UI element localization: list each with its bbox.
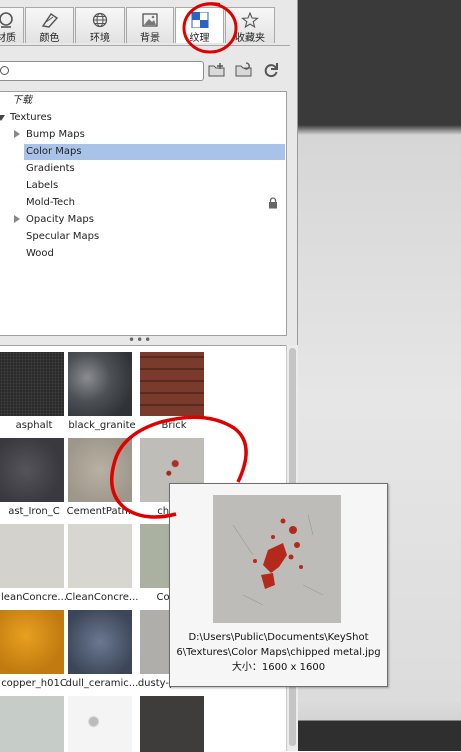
- tree-item-label: Gradients: [26, 163, 75, 174]
- star-icon: [241, 12, 259, 28]
- tab-label: 纹理: [189, 33, 210, 44]
- tooltip-text: D:\Users\Public\Documents\KeyShot 6\Text…: [174, 630, 383, 675]
- tree-item-bump-maps[interactable]: Bump Maps: [26, 127, 284, 143]
- thumbnail-cement-path[interactable]: CementPath...: [62, 434, 137, 520]
- tab-favorites[interactable]: 收藏夹: [225, 7, 275, 44]
- tab-label: 背景: [140, 33, 160, 44]
- thumbnail-cast-iron[interactable]: ast_Iron_C: [0, 434, 66, 520]
- texture-preview: [68, 696, 132, 752]
- tab-colors[interactable]: 颜色: [25, 7, 74, 44]
- texture-tooltip: D:\Users\Public\Documents\KeyShot 6\Text…: [169, 483, 388, 687]
- thumbnail-asphalt[interactable]: asphalt: [0, 348, 66, 434]
- tree-item-label: Specular Maps: [26, 231, 100, 242]
- thumbnail-black-granite[interactable]: black_granite: [62, 348, 136, 434]
- tab-textures[interactable]: 纹理: [175, 7, 224, 44]
- texture-preview: [68, 610, 132, 674]
- tab-label: 材质: [0, 33, 16, 44]
- texture-preview: [0, 438, 64, 502]
- thumbnail-brick[interactable]: Brick: [134, 348, 206, 434]
- folder-tree: 下载 Textures Bump Maps Color Maps Gradien…: [0, 91, 287, 336]
- tooltip-size: 大小：1600 x 1600: [231, 662, 326, 673]
- folder-refresh-icon[interactable]: [234, 60, 254, 80]
- tooltip-path-line2: 6\Textures\Color Maps\chipped metal.jpg: [176, 647, 381, 658]
- tab-label: 环境: [90, 33, 110, 44]
- texture-preview: [68, 352, 132, 416]
- thumbnail-label: dull_ceramic...: [65, 678, 139, 689]
- thumbnail-dull-ceramic[interactable]: dull_ceramic...: [62, 606, 138, 692]
- lock-icon: [269, 197, 277, 209]
- texture-preview: [0, 610, 64, 674]
- folder-add-icon[interactable]: [207, 60, 227, 80]
- thumbnail-label: CementPath...: [66, 506, 138, 517]
- color-swatch-icon: [41, 13, 58, 28]
- tree-item-label: Labels: [26, 180, 59, 191]
- texture-checker-icon: [191, 12, 208, 28]
- globe-icon: [92, 12, 108, 28]
- search-input[interactable]: [0, 61, 204, 81]
- expand-icon[interactable]: [14, 215, 20, 223]
- tree-item-labels[interactable]: Labels: [26, 178, 284, 194]
- tree-item-label: Mold-Tech: [26, 197, 75, 208]
- tree-item-opacity-maps[interactable]: Opacity Maps: [26, 212, 284, 228]
- texture-preview: [140, 696, 204, 752]
- tree-item-color-maps[interactable]: Color Maps: [24, 144, 285, 160]
- tabs-divider: [0, 45, 290, 46]
- texture-preview: [0, 696, 64, 752]
- tree-item-label: Opacity Maps: [26, 214, 94, 225]
- thumbnail-label: Brick: [161, 420, 187, 431]
- tree-item-label: Wood: [26, 248, 54, 259]
- image-icon: [142, 13, 158, 27]
- thumbnail-clean-concrete-1[interactable]: leanConcre...: [0, 520, 67, 606]
- texture-preview: [68, 524, 132, 588]
- tooltip-preview: [213, 495, 341, 623]
- tree-item-downloads[interactable]: 下载: [12, 93, 282, 109]
- collapse-icon[interactable]: [0, 115, 5, 121]
- tooltip-path-line1: D:\Users\Public\Documents\KeyShot: [188, 632, 369, 643]
- tree-item-gradients[interactable]: Gradients: [26, 161, 284, 177]
- texture-preview: [68, 438, 132, 502]
- chipped-metal-preview: [213, 495, 341, 623]
- thumbnail-copper[interactable]: copper_h01C: [0, 606, 67, 692]
- tree-item-label: 下载: [12, 95, 32, 106]
- tree-item-mold-tech[interactable]: Mold-Tech: [26, 195, 284, 211]
- tree-item-label: Bump Maps: [26, 129, 85, 140]
- texture-preview: [140, 352, 204, 416]
- tree-item-label: Textures: [10, 112, 52, 123]
- texture-preview: [0, 352, 64, 416]
- thumbnail-row5-2[interactable]: [62, 692, 134, 752]
- thumbnail-row5-1[interactable]: [0, 692, 66, 752]
- thumbnail-row5-3[interactable]: [134, 692, 206, 752]
- refresh-icon[interactable]: [261, 60, 281, 80]
- splitter-handle[interactable]: •••: [128, 334, 152, 346]
- thumbnail-label: black_granite: [68, 420, 136, 431]
- thumbnail-clean-concrete-2[interactable]: CleanConcre...: [62, 520, 138, 606]
- viewport-floor: [297, 721, 461, 751]
- material-ball-icon: [0, 12, 13, 28]
- tab-environments[interactable]: 环境: [75, 7, 125, 44]
- tree-item-label: Color Maps: [26, 146, 82, 157]
- tree-item-specular-maps[interactable]: Specular Maps: [26, 229, 284, 245]
- texture-preview: [0, 524, 64, 588]
- expand-icon[interactable]: [14, 130, 20, 138]
- tab-label: 收藏夹: [235, 33, 265, 44]
- search-icon: [0, 66, 9, 75]
- tab-backplates[interactable]: 背景: [126, 7, 174, 44]
- tree-item-wood[interactable]: Wood: [26, 246, 284, 262]
- tab-materials[interactable]: 材质: [0, 7, 24, 44]
- tree-item-textures[interactable]: Textures: [10, 110, 280, 126]
- library-tabs: 材质 颜色 环境 背景 纹理 收藏夹: [0, 7, 290, 45]
- thumbnail-label: CleanConcre...: [65, 592, 139, 603]
- tab-label: 颜色: [39, 33, 60, 44]
